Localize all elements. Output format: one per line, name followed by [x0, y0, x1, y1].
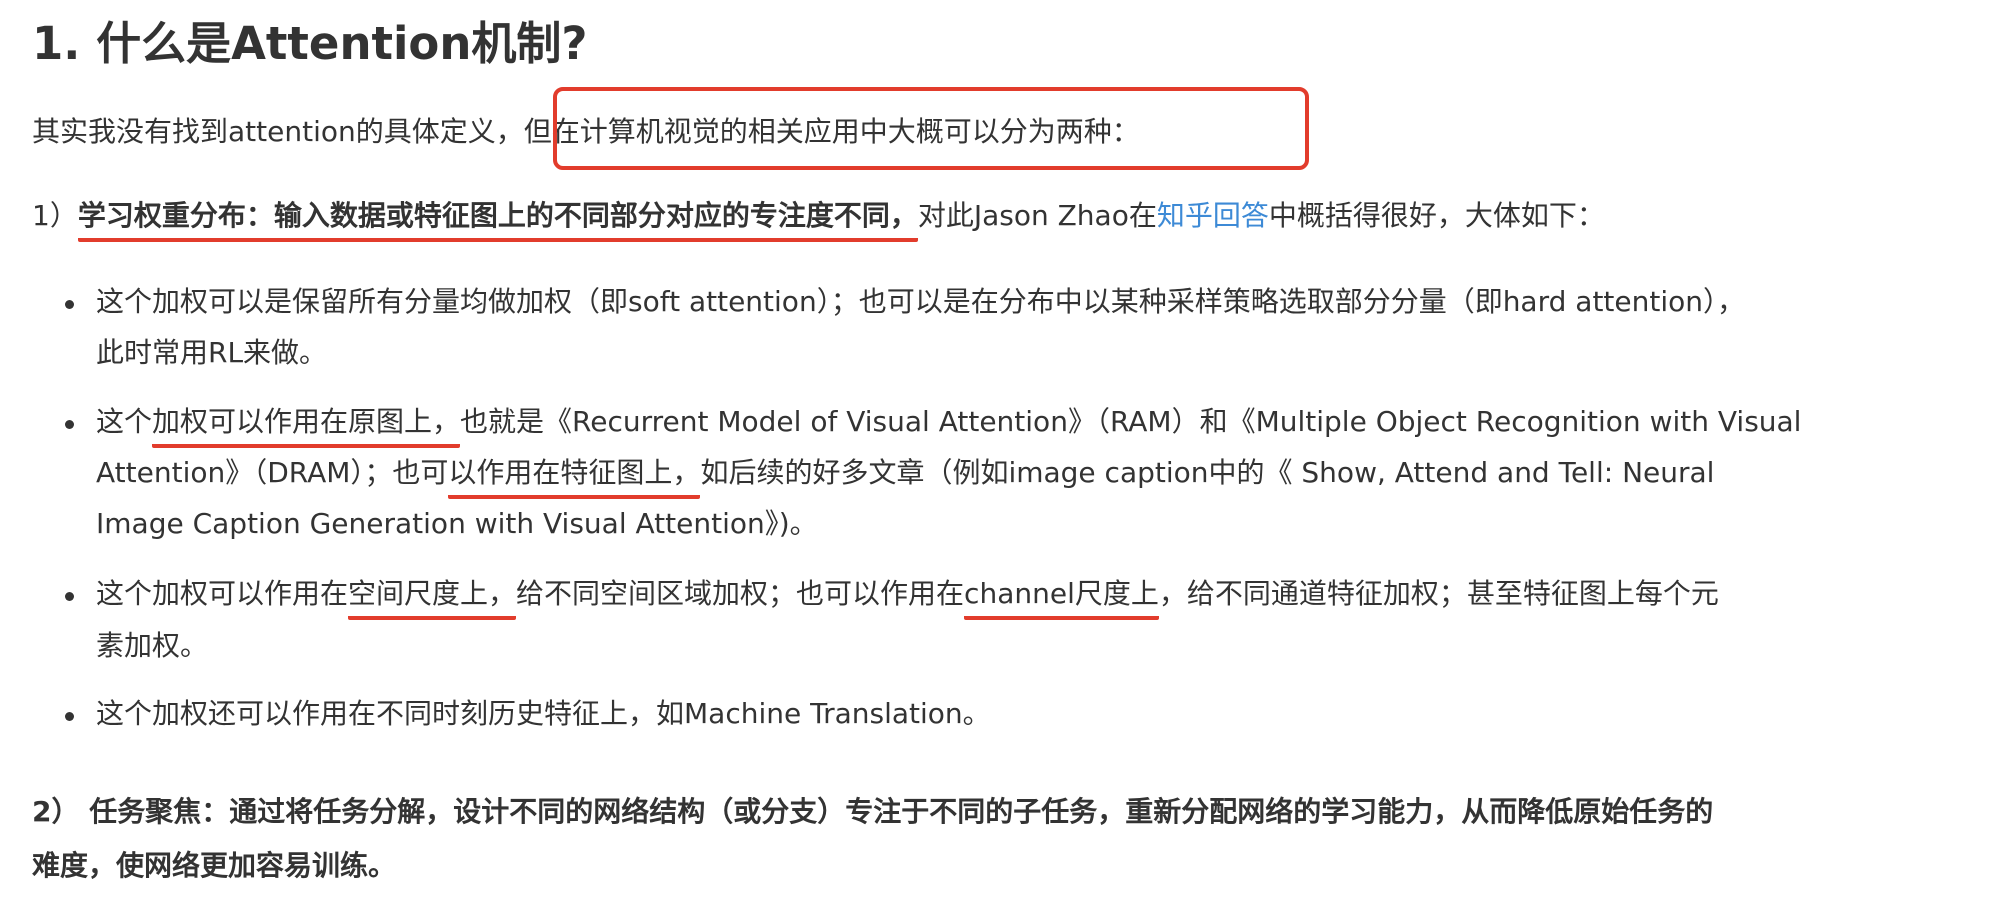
bullet-2-text: 也就是《Recurrent Model of Visual Attention》…: [460, 405, 1802, 438]
bullet-3-line-2: 素加权。: [96, 629, 209, 662]
bullet-3-text: 这个加权可以作用在: [96, 577, 349, 610]
bullet-3-text: 给不同空间区域加权；也可以作用在: [516, 577, 965, 610]
zhihu-answer-link[interactable]: 知乎回答: [1157, 199, 1269, 232]
bullet-2-text: Attention》（DRAM）；也可: [96, 456, 449, 489]
bullet-1-line-2: 此时常用RL来做。: [96, 336, 328, 369]
bullet-4-line-1: 这个加权还可以作用在不同时刻历史特征上，如Machine Translation…: [96, 697, 991, 730]
point-1-prefix: 1）: [32, 199, 78, 232]
bullet-dot: [65, 420, 74, 429]
section-heading: 1. 什么是Attention机制?: [32, 17, 588, 70]
bullet-2-text: 如后续的好多文章（例如image caption中的《 Show, Attend…: [700, 456, 1715, 489]
bullet-dot: [65, 592, 74, 601]
intro-paragraph: 其实我没有找到attention的具体定义，但在计算机视觉的相关应用中大概可以分…: [32, 112, 1140, 152]
bullet-dot: [65, 300, 74, 309]
article-page: 1. 什么是Attention机制? 其实我没有找到attention的具体定义…: [0, 0, 1990, 918]
intro-text: 其实我没有找到attention的具体定义，: [32, 115, 524, 148]
underlined-original-image: 加权可以作用在原图上，: [152, 405, 461, 448]
bullet-dot: [65, 712, 74, 721]
point-1-paragraph: 1）学习权重分布：输入数据或特征图上的不同部分对应的专注度不同，对此Jason …: [32, 196, 1605, 242]
bullet-2-line-1: 这个加权可以作用在原图上，也就是《Recurrent Model of Visu…: [96, 402, 1802, 448]
point-2-line-1: 2） 任务聚焦：通过将任务分解，设计不同的网络结构（或分支）专注于不同的子任务，…: [32, 795, 1714, 828]
intro-highlighted-text: 但在计算机视觉的相关应用中大概可以分为两种：: [523, 115, 1140, 148]
bullet-2-line-3: Image Caption Generation with Visual Att…: [96, 507, 818, 540]
bullet-2-line-2: Attention》（DRAM）；也可以作用在特征图上，如后续的好多文章（例如i…: [96, 453, 1715, 499]
bullet-3-text: ，给不同通道特征加权；甚至特征图上每个元: [1158, 577, 1719, 610]
point-1-text-end: 中概括得很好，大体如下：: [1268, 199, 1605, 232]
underlined-channel-scale: channel尺度上: [964, 577, 1159, 620]
underlined-feature-map: 以作用在特征图上，: [448, 456, 701, 499]
point-1-bold-underlined: 学习权重分布：输入数据或特征图上的不同部分对应的专注度不同，: [77, 199, 918, 242]
underlined-spatial-scale: 空间尺度上，: [348, 577, 517, 620]
bullet-3-line-1: 这个加权可以作用在空间尺度上，给不同空间区域加权；也可以作用在channel尺度…: [96, 574, 1719, 620]
point-1-text: 对此Jason Zhao在: [917, 199, 1157, 232]
bullet-2-text: 这个: [96, 405, 153, 438]
point-2-line-2: 难度，使网络更加容易训练。: [32, 849, 397, 882]
bullet-1-line-1: 这个加权可以是保留所有分量均做加权（即soft attention）；也可以是在…: [96, 285, 1746, 318]
